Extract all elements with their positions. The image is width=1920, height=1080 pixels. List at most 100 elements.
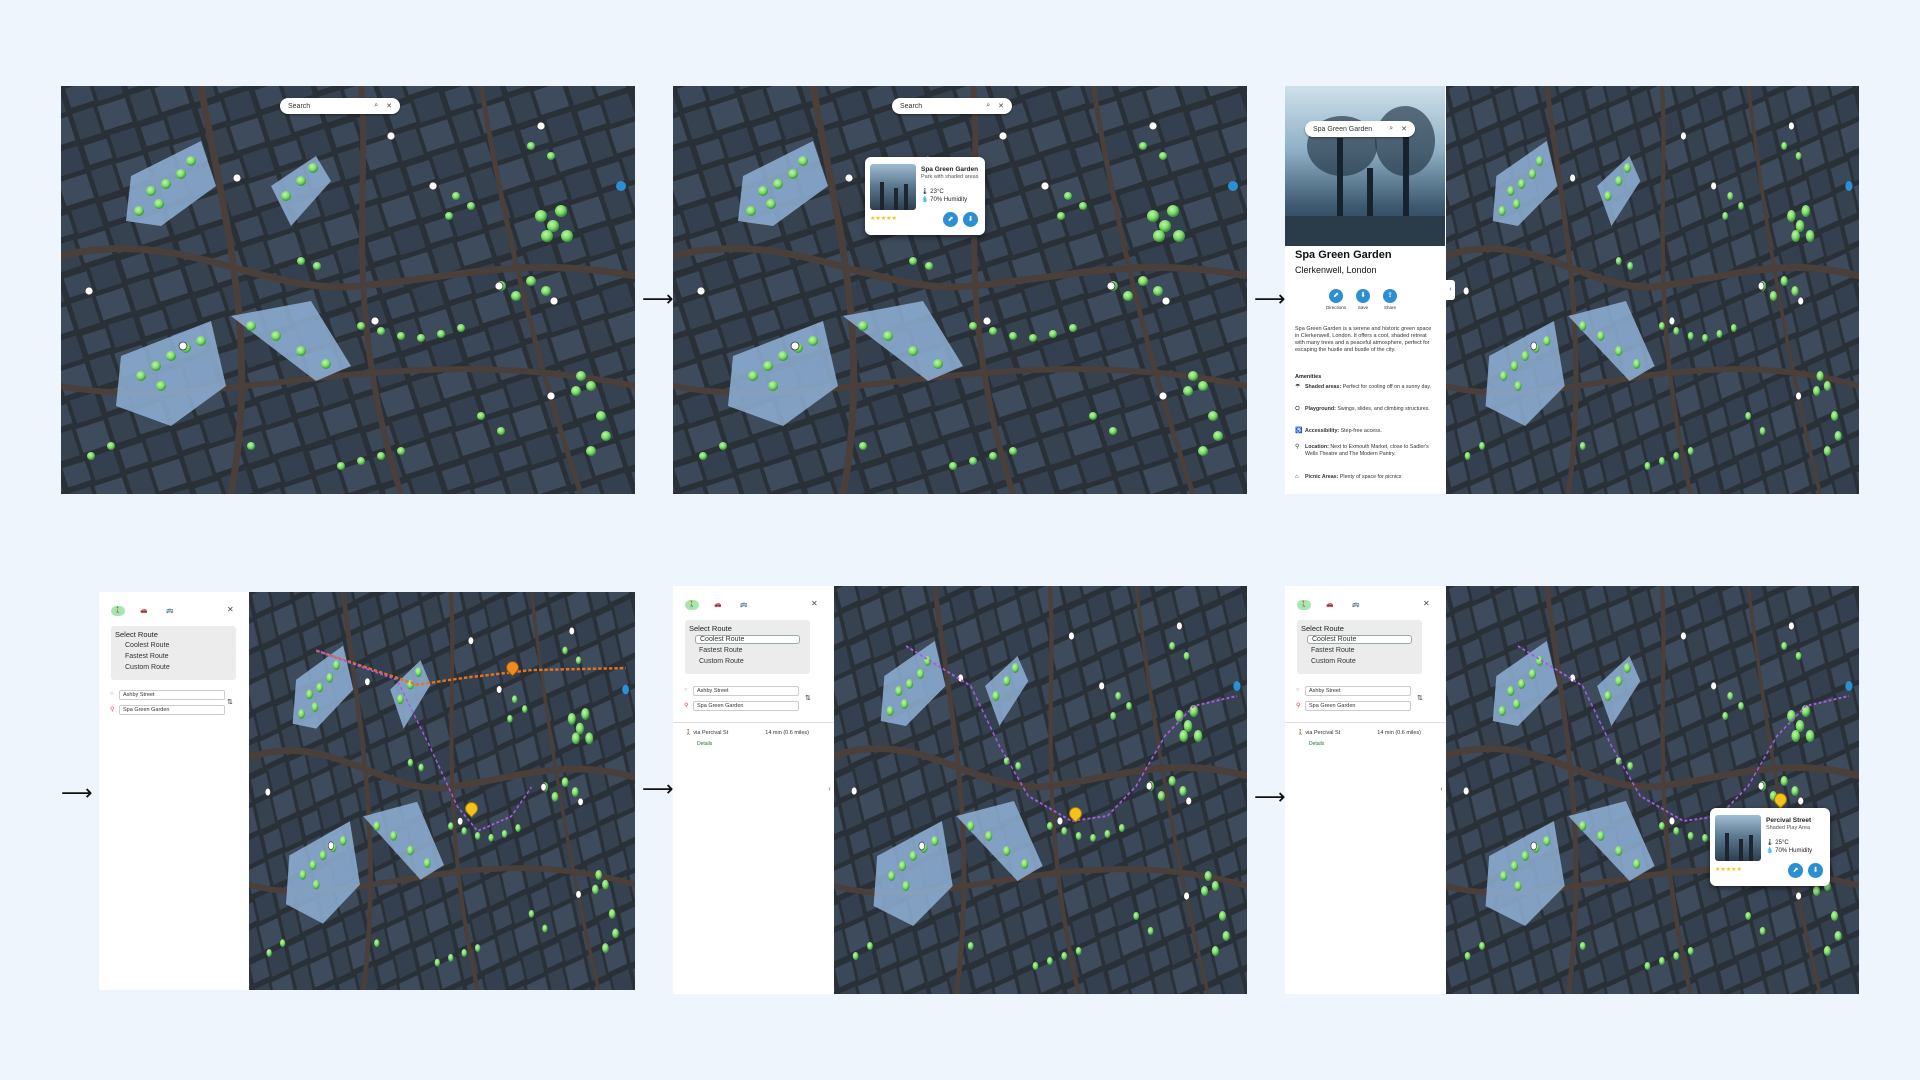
map-view[interactable] <box>834 586 1247 994</box>
route-details-link[interactable]: Details <box>1309 741 1324 747</box>
transit-mode-icon[interactable]: 🚌 <box>163 606 177 616</box>
origin-field[interactable]: Ashby Street <box>119 690 225 700</box>
route-option-fastest[interactable]: Fastest Route <box>1307 646 1412 655</box>
place-popup[interactable]: Percival Street Shaded Play Area 🌡 25°C … <box>1710 808 1830 886</box>
route-option-fastest[interactable]: Fastest Route <box>695 646 800 655</box>
temperature-value: 23°C <box>930 189 944 195</box>
right-arrow-icon: ⟶ <box>1254 287 1286 312</box>
right-arrow-icon: ⟶ <box>642 287 674 312</box>
map-canvas[interactable] <box>673 86 1247 494</box>
map-canvas[interactable] <box>1446 86 1859 494</box>
travel-mode-tabs: 🚶 🚗 🚌 <box>111 606 189 616</box>
close-icon[interactable]: ✕ <box>998 102 1004 110</box>
popup-temperature: 🌡 25°C <box>1766 840 1789 846</box>
directions-button[interactable]: ⬈ <box>943 212 958 227</box>
save-button[interactable]: ⬇ Save <box>1350 289 1376 310</box>
amenity-label: Accessibility: <box>1305 428 1340 434</box>
route-option-custom[interactable]: Custom Route <box>1307 657 1412 666</box>
route-option-custom[interactable]: Custom Route <box>121 663 226 672</box>
search-bar[interactable]: Search ⌕ ✕ <box>892 98 1012 114</box>
route-option-coolest[interactable]: Coolest Route <box>121 641 226 650</box>
amenity-label: Picnic Areas: <box>1305 474 1339 480</box>
destination-field[interactable]: Spa Green Garden <box>1305 701 1411 711</box>
route-panel: 🚶 🚗 🚌 ✕ Select Route Coolest Route Faste… <box>99 592 249 990</box>
share-button[interactable]: ⇪ Share <box>1377 289 1403 310</box>
amenity-label: Location: <box>1305 444 1329 450</box>
swap-icon[interactable]: ⇅ <box>805 694 811 702</box>
close-icon[interactable]: ✕ <box>227 605 234 614</box>
car-mode-icon[interactable]: 🚗 <box>711 600 725 610</box>
transit-mode-icon[interactable]: 🚌 <box>1349 600 1363 610</box>
walk-mode-icon[interactable]: 🚶 <box>1297 600 1311 610</box>
map-view[interactable] <box>249 592 635 990</box>
map-canvas[interactable] <box>61 86 635 494</box>
directions-button[interactable]: ⬈ <box>1788 863 1803 878</box>
map-canvas[interactable] <box>249 592 635 990</box>
directions-label: Directions <box>1325 305 1346 310</box>
right-arrow-icon: ⟶ <box>642 777 674 802</box>
search-icon[interactable]: ⌕ <box>374 102 378 110</box>
route-result[interactable]: 🚶 via Percival St 14 min (0.6 miles) <box>1297 730 1421 736</box>
origin-dot-icon: ○ <box>1296 687 1300 693</box>
close-icon[interactable]: ✕ <box>1401 125 1407 133</box>
popup-temperature: 🌡 23°C <box>921 189 944 195</box>
swap-icon[interactable]: ⇅ <box>1417 694 1423 702</box>
car-mode-icon[interactable]: 🚗 <box>1323 600 1337 610</box>
frame-4: 🚶 🚗 🚌 ✕ Select Route Coolest Route Faste… <box>99 592 635 990</box>
travel-mode-tabs: 🚶 🚗 🚌 <box>685 600 763 610</box>
rating-stars: ★★★★★ <box>1715 867 1742 873</box>
collapse-panel-button[interactable]: ‹ <box>1446 280 1455 300</box>
close-icon[interactable]: ✕ <box>1423 599 1430 608</box>
map-canvas[interactable] <box>1446 586 1859 994</box>
route-panel: 🚶 🚗 🚌 ✕ Select Route Coolest Route Faste… <box>1285 586 1446 994</box>
search-icon[interactable]: ⌕ <box>1389 125 1393 133</box>
select-route-box: Select Route Coolest Route Fastest Route… <box>111 626 236 680</box>
car-mode-icon[interactable]: 🚗 <box>137 606 151 616</box>
origin-field[interactable]: Ashby Street <box>1305 686 1411 696</box>
route-option-coolest[interactable]: Coolest Route <box>695 635 800 644</box>
search-icon[interactable]: ⌕ <box>986 102 990 110</box>
route-option-custom[interactable]: Custom Route <box>695 657 800 666</box>
route-option-fastest[interactable]: Fastest Route <box>121 652 226 661</box>
map-view[interactable] <box>61 86 635 494</box>
map-view[interactable] <box>1446 586 1859 994</box>
directions-button[interactable]: ⬈ Directions <box>1323 289 1349 310</box>
amenity-text: Perfect for cooling off on a sunny day. <box>1342 384 1432 390</box>
search-input[interactable]: Search <box>900 103 978 110</box>
amenity-item: ⚲ Location: Next to Exmouth Market, close… <box>1295 444 1437 457</box>
amenity-label: Playground: <box>1305 406 1336 412</box>
rating-stars: ★★★★★ <box>870 216 897 222</box>
walk-mode-icon[interactable]: 🚶 <box>111 606 125 616</box>
close-icon[interactable]: ✕ <box>811 599 818 608</box>
right-arrow-icon: ⟶ <box>61 781 93 806</box>
picnic-icon: ⌂ <box>1295 474 1299 480</box>
search-input[interactable]: Search <box>288 103 366 110</box>
search-bar[interactable]: Search ⌕ ✕ <box>280 98 400 114</box>
close-icon[interactable]: ✕ <box>386 102 392 110</box>
collapse-panel-button[interactable]: ‹ <box>825 780 834 800</box>
destination-field[interactable]: Spa Green Garden <box>119 705 225 715</box>
map-view[interactable] <box>1446 86 1859 494</box>
search-bar[interactable]: Spa Green Garden ⌕ ✕ <box>1305 121 1415 137</box>
route-option-coolest[interactable]: Coolest Route <box>1307 635 1412 644</box>
save-button[interactable]: ⬇ <box>963 212 978 227</box>
collapse-panel-button[interactable]: ‹ <box>1437 780 1446 800</box>
destination-field[interactable]: Spa Green Garden <box>693 701 799 711</box>
transit-mode-icon[interactable]: 🚌 <box>737 600 751 610</box>
place-popup[interactable]: Spa Green Garden Park with shaded areas … <box>865 157 985 235</box>
swap-icon[interactable]: ⇅ <box>227 698 233 706</box>
walk-mode-icon[interactable]: 🚶 <box>685 600 699 610</box>
search-input[interactable]: Spa Green Garden <box>1313 126 1381 133</box>
route-result[interactable]: 🚶 via Percival St 14 min (0.6 miles) <box>685 730 809 736</box>
map-view[interactable] <box>673 86 1247 494</box>
amenity-text: Swings, slides, and climbing structures. <box>1337 406 1430 412</box>
frame-5: 🚶 🚗 🚌 ✕ Select Route Coolest Route Faste… <box>673 586 1247 994</box>
frame-1: Search ⌕ ✕ <box>61 86 635 494</box>
popup-subtitle: Park with shaded areas <box>921 174 979 180</box>
save-button[interactable]: ⬇ <box>1808 863 1823 878</box>
map-canvas[interactable] <box>834 586 1247 994</box>
amenity-text: Plenty of space for picnics <box>1339 474 1402 480</box>
route-details-link[interactable]: Details <box>697 741 712 747</box>
origin-field[interactable]: Ashby Street <box>693 686 799 696</box>
location-pin-icon: ⚲ <box>1295 444 1300 450</box>
